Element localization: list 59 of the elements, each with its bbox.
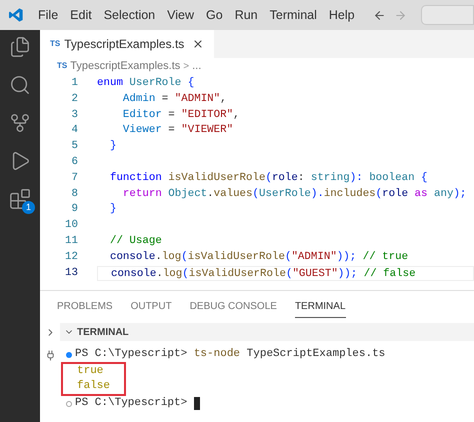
code-line: function isValidUserRole(role: string): boolean { [108, 170, 429, 186]
terminal-command: PS C:\Typescript> ts-node TypeScriptExamples.ts [75, 347, 386, 362]
menu-item[interactable]: View [161, 6, 200, 24]
line-number: 4 [70, 123, 78, 138]
menu-item[interactable]: Terminal [264, 6, 323, 24]
line-number: 9 [70, 202, 78, 218]
terminal-section-header[interactable]: TERMINAL [60, 323, 474, 341]
code-line: Admin = "ADMIN", [122, 92, 228, 107]
command-center-field[interactable] [420, 5, 474, 25]
line-number: 8 [70, 186, 78, 202]
ts-label: TS [50, 38, 60, 50]
line-number: 5 [70, 139, 78, 154]
code-line: // Usage [108, 234, 163, 249]
files-icon[interactable] [9, 36, 31, 58]
back-arrow-icon[interactable] [372, 8, 386, 22]
menu-item[interactable]: Go [200, 6, 229, 24]
code-line: enum UserRole { [97, 76, 196, 91]
line-number: 13 [64, 266, 78, 281]
line-number: 2 [70, 92, 78, 107]
code-line: Viewer = "VIEWER" [122, 123, 234, 138]
line-number: 11 [64, 234, 78, 249]
terminal-output-line: false [77, 379, 110, 394]
code-line: Editor = "EDITOR", [122, 108, 241, 123]
code-line: } [108, 202, 118, 218]
panel-tab[interactable]: OUTPUT [130, 299, 172, 317]
breadcrumb-file[interactable]: TypescriptExamples.ts [70, 58, 180, 74]
breadcrumb-separator: > [183, 60, 190, 74]
cursor [194, 397, 200, 410]
panel-tab[interactable]: PROBLEMS [57, 299, 113, 317]
line-number: 10 [64, 218, 78, 234]
menu-item[interactable]: Selection [98, 6, 162, 24]
line-number: 3 [70, 108, 78, 123]
line-number: 7 [70, 170, 78, 186]
breadcrumb-more[interactable]: ... [192, 58, 202, 74]
terminal-output-line: true [77, 364, 104, 379]
tab-label: TypescriptExamples.ts [64, 36, 184, 53]
ts-label: TS [57, 60, 68, 72]
code-line: return Object.values(UserRole).includes(role as any); [122, 186, 468, 202]
code-line: } [108, 139, 118, 154]
menu-item[interactable]: Help [322, 6, 361, 24]
terminal-prompt: PS C:\Typescript> [75, 396, 188, 411]
search-icon[interactable] [9, 74, 31, 96]
blocks-icon[interactable] [9, 188, 31, 210]
panel-tab[interactable]: TERMINAL [294, 299, 346, 318]
plug-icon[interactable] [44, 350, 56, 361]
branch-icon[interactable] [9, 112, 31, 134]
menu-item[interactable]: Run [228, 6, 264, 24]
menu-item[interactable]: Edit [64, 6, 98, 24]
line-number: 6 [70, 154, 78, 170]
line-number: 12 [64, 250, 78, 265]
menu-item[interactable]: File [32, 6, 64, 24]
line-number: 1 [70, 76, 78, 91]
close-icon[interactable] [192, 38, 204, 50]
editor-tab[interactable]: TS TypescriptExamples.ts [40, 30, 214, 58]
section-title: TERMINAL [77, 326, 129, 340]
notification-badge: 1 [22, 201, 35, 214]
code-line: console.log(isValidUserRole("ADMIN")); // true [108, 250, 410, 265]
logo-icon [8, 7, 24, 23]
panel-tab[interactable]: DEBUG CONSOLE [190, 299, 277, 317]
